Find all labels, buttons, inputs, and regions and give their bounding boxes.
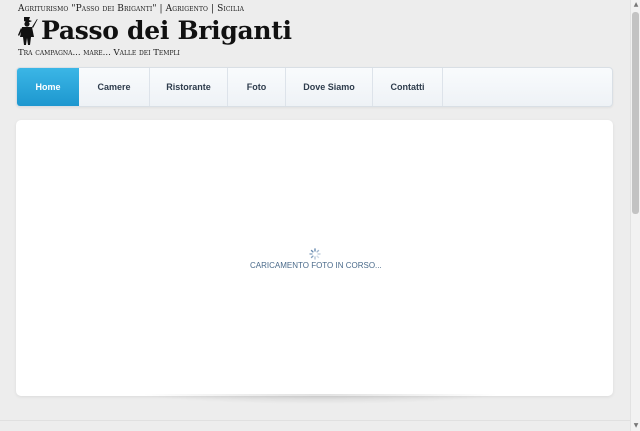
nav-item-ristorante[interactable]: Ristorante: [150, 68, 228, 106]
site-logo[interactable]: Passo dei Briganti: [16, 14, 292, 48]
brigand-silhouette-icon: [18, 17, 38, 45]
header-subtitle: Tra campagna... mare... Valle dei Templi: [18, 48, 180, 58]
nav-item-dove-siamo[interactable]: Dove Siamo: [286, 68, 373, 106]
spinner-icon: [309, 248, 321, 260]
main-navigation: Home Camere Ristorante Foto Dove Siamo C…: [16, 67, 613, 107]
nav-item-contatti[interactable]: Contatti: [373, 68, 443, 106]
nav-item-foto[interactable]: Foto: [228, 68, 286, 106]
scroll-down-icon[interactable]: ▼: [632, 422, 640, 430]
page-scrollbar[interactable]: ▲ ▼: [630, 0, 640, 431]
nav-item-home[interactable]: Home: [17, 68, 79, 106]
logo-text: Passo dei Briganti: [41, 16, 292, 45]
scrollbar-thumb[interactable]: [632, 12, 639, 214]
page: Agriturismo "Passo dei Briganti" | Agrig…: [0, 0, 640, 431]
nav-item-camere[interactable]: Camere: [79, 68, 150, 106]
footer-divider: [0, 420, 630, 421]
header-tagline: Agriturismo "Passo dei Briganti" | Agrig…: [18, 4, 245, 14]
scroll-up-icon[interactable]: ▲: [632, 1, 640, 9]
loading-text: CARICAMENTO FOTO IN CORSO...: [250, 261, 382, 270]
panel-shadow: [140, 394, 500, 404]
